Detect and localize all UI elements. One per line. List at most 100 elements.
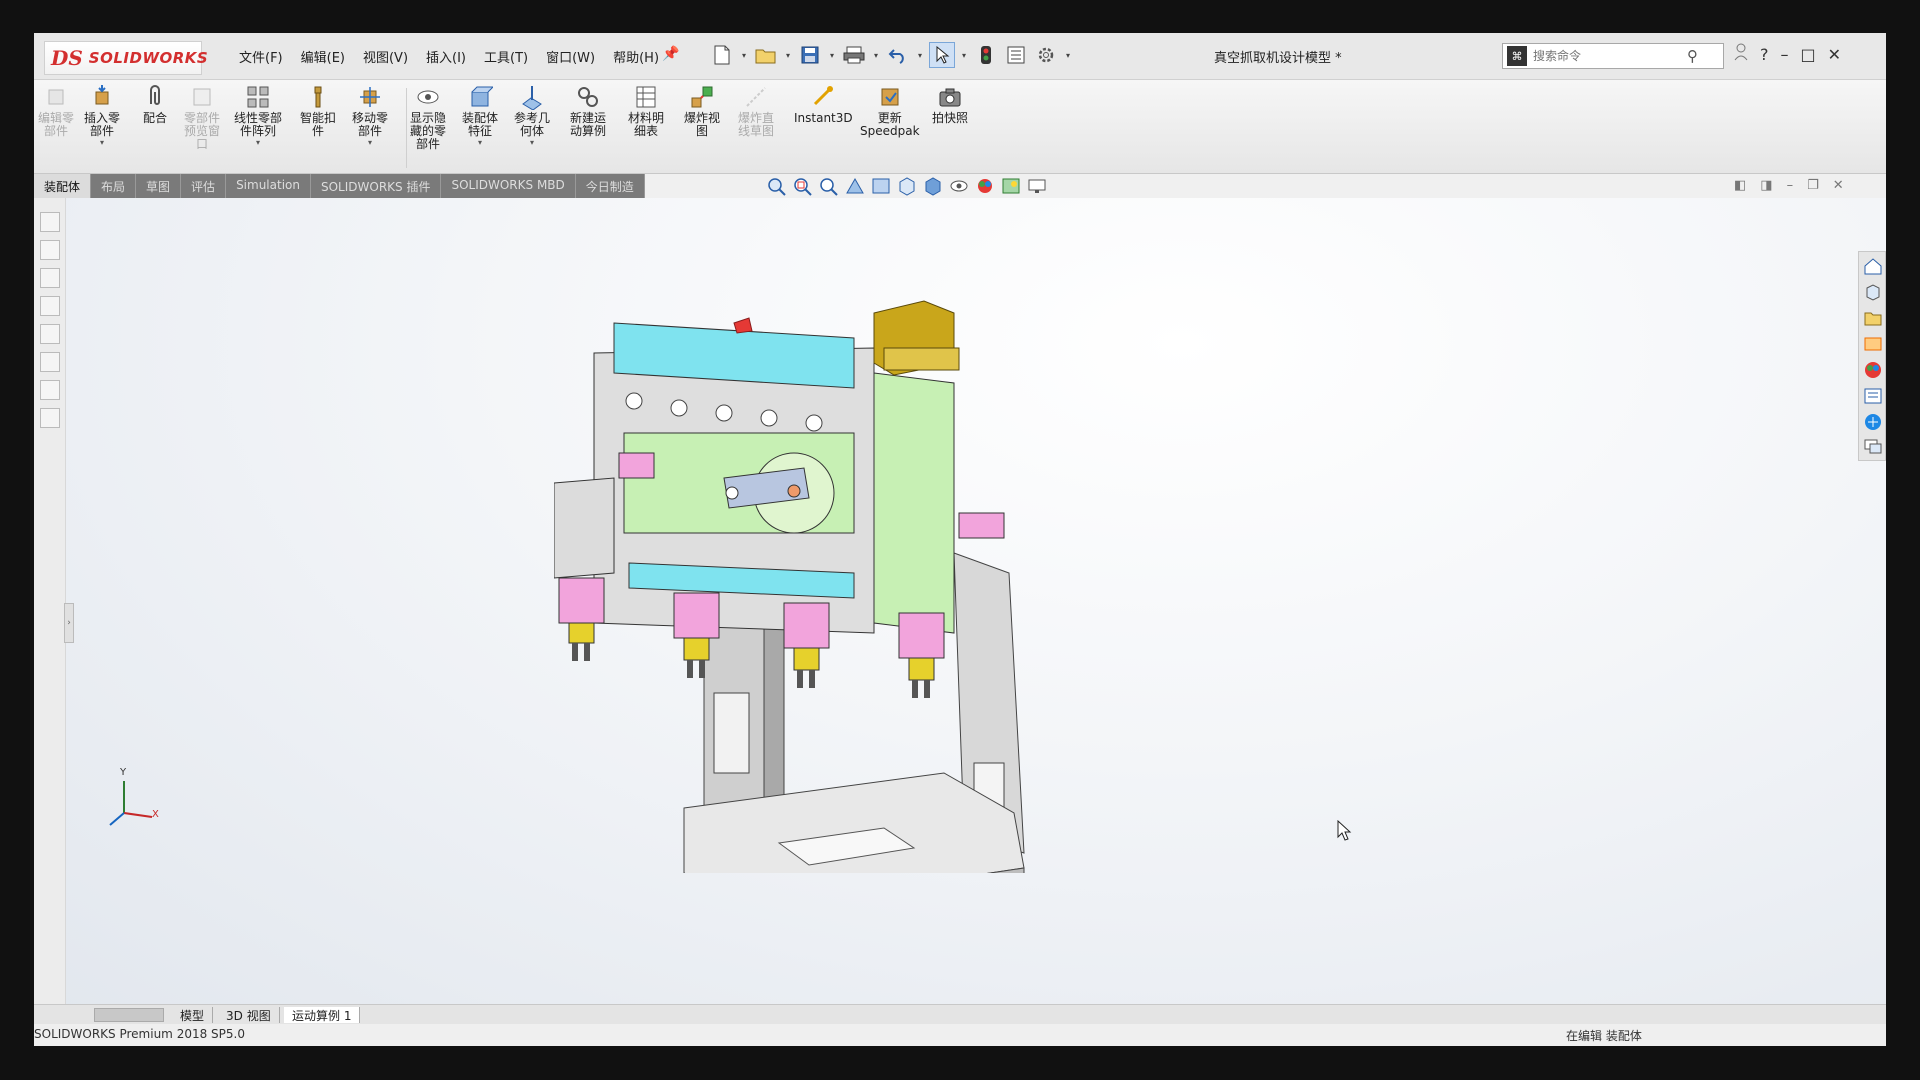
undo-dropdown-icon[interactable]: ▾	[915, 51, 925, 60]
component-preview-button[interactable]: 零部件 预览窗 口	[184, 84, 220, 151]
tab-solidworks-mbd[interactable]: SOLIDWORKS MBD	[441, 174, 576, 198]
appearance-tab-icon[interactable]	[40, 380, 60, 400]
feature-manager-tab-icon[interactable]	[40, 212, 60, 232]
update-speedpak-button[interactable]: 更新 Speedpak	[860, 84, 920, 138]
tab-today-manufacturing[interactable]: 今日制造	[575, 174, 645, 198]
open-folder-icon[interactable]	[753, 42, 779, 68]
tab-assembly[interactable]: 装配体	[34, 174, 92, 198]
tab-model[interactable]: 模型	[172, 1007, 214, 1023]
vacuum-gripper-3d-model[interactable]	[553, 293, 1254, 924]
user-icon[interactable]	[1734, 43, 1748, 65]
solidworks-forum-icon[interactable]	[1863, 412, 1883, 432]
save-icon[interactable]	[797, 42, 823, 68]
tab-scroll-arrows[interactable]	[94, 1008, 164, 1022]
property-manager-tab-icon[interactable]	[40, 240, 60, 260]
zoom-to-area-icon[interactable]	[792, 176, 814, 196]
move-component-dropdown-icon[interactable]: ▾	[368, 138, 372, 147]
search-command-box[interactable]: ⌘ ⚲	[1502, 43, 1724, 69]
section-view-icon[interactable]	[844, 176, 866, 196]
undo-icon[interactable]	[885, 42, 911, 68]
zoom-to-fit-icon[interactable]	[766, 176, 788, 196]
linear-pattern-button[interactable]: 线性零部 件阵列 ▾	[234, 84, 282, 147]
edit-appearance-icon[interactable]	[974, 176, 996, 196]
solidworks-logo[interactable]: DS SOLIDWORKS	[44, 41, 208, 75]
new-document-icon[interactable]	[709, 42, 735, 68]
options-gear-icon[interactable]	[1033, 42, 1059, 68]
cam-manager-tab-icon[interactable]	[40, 352, 60, 372]
rebuild-traffic-light-icon[interactable]	[973, 42, 999, 68]
search-input[interactable]	[1533, 49, 1683, 63]
insert-component-dropdown-icon[interactable]: ▾	[100, 138, 104, 147]
file-properties-icon[interactable]	[1003, 42, 1029, 68]
viewport-restore-icon[interactable]: ❐	[1807, 178, 1819, 193]
tab-simulation[interactable]: Simulation	[226, 174, 311, 198]
dynamic-annotation-icon[interactable]	[870, 176, 892, 196]
solidworks-resources-home-icon[interactable]	[1863, 256, 1883, 276]
viewport-next-icon[interactable]: ◨	[1760, 178, 1772, 193]
tab-motion-study-1[interactable]: 运动算例 1	[284, 1007, 361, 1023]
print-dropdown-icon[interactable]: ▾	[871, 51, 881, 60]
custom-properties-icon[interactable]	[1863, 386, 1883, 406]
tab-sketch[interactable]: 草图	[136, 174, 182, 198]
view-settings-icon[interactable]	[1026, 176, 1048, 196]
menu-help[interactable]: 帮助(H)	[604, 45, 668, 68]
reference-geometry-button[interactable]: 参考几 何体 ▾	[514, 84, 550, 147]
viewport-minimize-icon[interactable]: –	[1787, 178, 1794, 193]
menu-file[interactable]: 文件(F)	[230, 45, 292, 68]
menu-tools[interactable]: 工具(T)	[475, 45, 537, 68]
pin-menu-icon[interactable]: 📌	[662, 46, 679, 62]
menu-edit[interactable]: 编辑(E)	[292, 45, 354, 68]
panel-expand-grip-icon[interactable]: ›	[64, 603, 74, 643]
tab-3d-views[interactable]: 3D 视图	[218, 1007, 280, 1023]
show-hidden-components-button[interactable]: 显示隐 藏的零 部件	[410, 84, 446, 151]
viewport-prev-icon[interactable]: ◧	[1734, 178, 1746, 193]
edit-component-button[interactable]: 编辑零 部件	[38, 84, 74, 138]
assembly-features-button[interactable]: 装配体 特征 ▾	[462, 84, 498, 147]
previous-view-icon[interactable]	[818, 176, 840, 196]
open-dropdown-icon[interactable]: ▾	[783, 51, 793, 60]
close-icon[interactable]: ✕	[1828, 45, 1841, 64]
smart-fasteners-button[interactable]: 智能扣 件	[300, 84, 336, 138]
assembly-features-dropdown-icon[interactable]: ▾	[478, 138, 482, 147]
view-orientation-icon[interactable]	[896, 176, 918, 196]
view-palette-icon[interactable]	[1863, 334, 1883, 354]
menu-view[interactable]: 视图(V)	[354, 45, 417, 68]
dimxpert-tab-icon[interactable]	[40, 296, 60, 316]
display-style-icon[interactable]	[922, 176, 944, 196]
take-snapshot-button[interactable]: 拍快照	[932, 84, 968, 125]
search-commands-icon[interactable]: ⌘	[1507, 46, 1527, 66]
options-dropdown-icon[interactable]: ▾	[1063, 51, 1073, 60]
reference-geometry-dropdown-icon[interactable]: ▾	[530, 138, 534, 147]
insert-component-button[interactable]: 插入零 部件 ▾	[84, 84, 120, 147]
custom-tab-icon[interactable]	[40, 408, 60, 428]
menu-insert[interactable]: 插入(I)	[417, 45, 475, 68]
menu-window[interactable]: 窗口(W)	[537, 45, 604, 68]
new-motion-study-button[interactable]: 新建运 动算例	[570, 84, 606, 138]
apply-scene-icon[interactable]	[1000, 176, 1022, 196]
viewport-close-icon[interactable]: ✕	[1833, 178, 1844, 193]
minimize-icon[interactable]: –	[1781, 45, 1789, 64]
save-dropdown-icon[interactable]: ▾	[827, 51, 837, 60]
exploded-view-button[interactable]: 爆炸视 图	[684, 84, 720, 138]
bill-of-materials-button[interactable]: 材料明 细表	[628, 84, 664, 138]
configuration-manager-tab-icon[interactable]	[40, 268, 60, 288]
file-explorer-icon[interactable]	[1863, 308, 1883, 328]
maximize-icon[interactable]: □	[1801, 45, 1816, 64]
select-dropdown-icon[interactable]: ▾	[959, 51, 969, 60]
hide-show-items-icon[interactable]	[948, 176, 970, 196]
tab-solidworks-addins[interactable]: SOLIDWORKS 插件	[310, 174, 442, 198]
design-library-icon[interactable]	[1863, 282, 1883, 302]
collaboration-icon[interactable]	[1863, 436, 1883, 456]
search-icon[interactable]: ⚲	[1687, 47, 1698, 65]
linear-pattern-dropdown-icon[interactable]: ▾	[256, 138, 260, 147]
tab-layout[interactable]: 布局	[91, 174, 137, 198]
move-component-button[interactable]: 移动零 部件 ▾	[352, 84, 388, 147]
display-manager-tab-icon[interactable]	[40, 324, 60, 344]
tab-evaluate[interactable]: 评估	[181, 174, 227, 198]
instant3d-button[interactable]: Instant3D	[794, 84, 853, 125]
mate-button[interactable]: 配合	[142, 84, 168, 125]
select-cursor-icon[interactable]	[929, 42, 955, 68]
help-icon[interactable]: ?	[1760, 45, 1769, 64]
appearances-scenes-icon[interactable]	[1863, 360, 1883, 380]
new-dropdown-icon[interactable]: ▾	[739, 51, 749, 60]
